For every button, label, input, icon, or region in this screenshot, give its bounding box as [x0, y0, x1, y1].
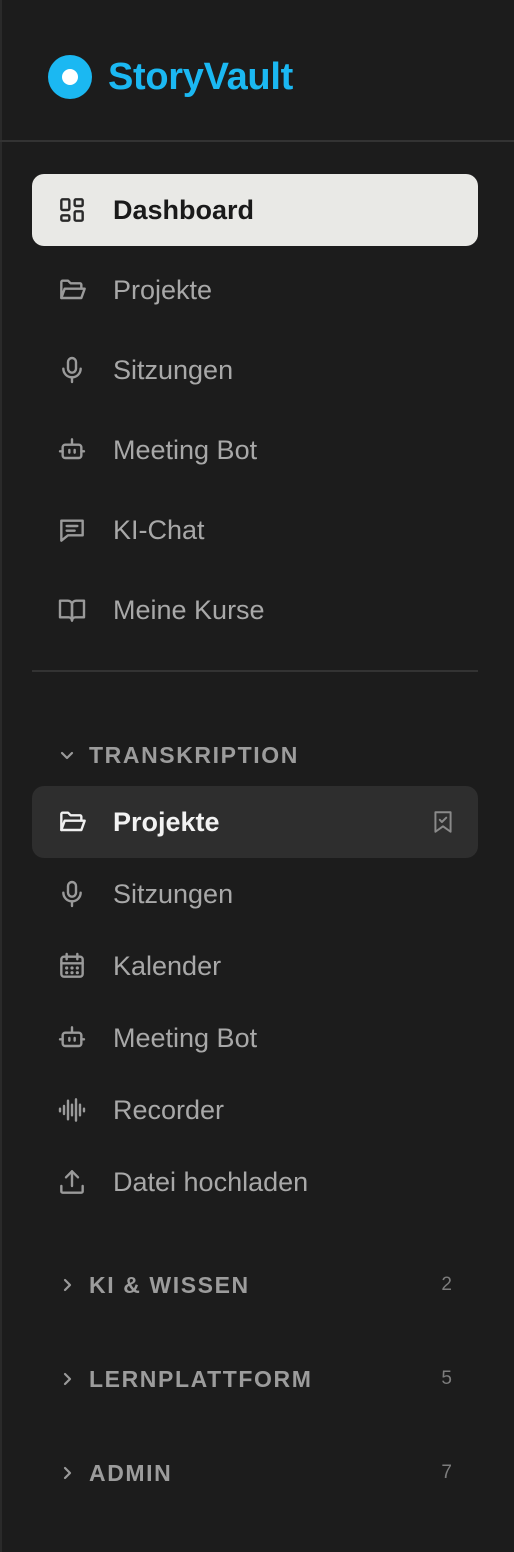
section-header-admin[interactable]: ADMIN 7: [32, 1453, 478, 1493]
nav-item-label: Sitzungen: [113, 354, 234, 385]
dashboard-grid-icon: [56, 194, 88, 226]
brand[interactable]: StoryVault: [48, 52, 293, 102]
section-title: ADMIN: [89, 1459, 173, 1486]
chevron-down-icon: [58, 746, 76, 764]
nav-item-transkription-projekte[interactable]: Projekte: [32, 786, 478, 858]
nav-item-transkription-sitzungen[interactable]: Sitzungen: [32, 858, 478, 930]
storyvault-logo-icon: [48, 55, 92, 99]
section-count: 5: [441, 1368, 452, 1389]
book-open-icon: [56, 594, 88, 626]
nav-item-kalender[interactable]: Kalender: [32, 930, 478, 1002]
nav-item-transkription-meeting-bot[interactable]: Meeting Bot: [32, 1002, 478, 1074]
bookmark-check-icon[interactable]: [430, 809, 456, 835]
nav-item-label: Meeting Bot: [113, 434, 258, 465]
nav-item-label: Datei hochladen: [113, 1166, 309, 1197]
section-header-ki-wissen[interactable]: KI & WISSEN 2: [32, 1265, 478, 1305]
header-divider: [0, 140, 514, 142]
section-count: 7: [441, 1462, 452, 1483]
chevron-right-icon: [58, 1464, 76, 1482]
upload-icon: [56, 1166, 88, 1198]
nav-item-projekte[interactable]: Projekte: [32, 254, 478, 326]
nav-divider: [32, 670, 478, 672]
calendar-icon: [56, 950, 88, 982]
chat-icon: [56, 514, 88, 546]
nav-item-meeting-bot[interactable]: Meeting Bot: [32, 414, 478, 486]
nav-item-dashboard[interactable]: Dashboard: [32, 174, 478, 246]
folder-open-icon: [56, 274, 88, 306]
nav-item-label: Projekte: [113, 806, 220, 837]
nav-item-label: Projekte: [113, 274, 213, 305]
section-header-lernplattform[interactable]: LERNPLATTFORM 5: [32, 1359, 478, 1399]
section-title: KI & WISSEN: [89, 1271, 250, 1298]
chevron-right-icon: [58, 1276, 76, 1294]
bot-icon: [56, 1022, 88, 1054]
nav-item-meine-kurse[interactable]: Meine Kurse: [32, 574, 478, 646]
folder-open-icon: [56, 806, 88, 838]
nav-item-label: Meeting Bot: [113, 1022, 258, 1053]
nav-item-label: Sitzungen: [113, 878, 234, 909]
nav-item-datei-hochladen[interactable]: Datei hochladen: [32, 1146, 478, 1218]
microphone-icon: [56, 354, 88, 386]
bot-icon: [56, 434, 88, 466]
sidebar-border: [0, 0, 2, 1552]
microphone-icon: [56, 878, 88, 910]
waveform-icon: [56, 1094, 88, 1126]
nav-item-sitzungen[interactable]: Sitzungen: [32, 334, 478, 406]
brand-name: StoryVault: [108, 55, 293, 98]
nav-item-label: Dashboard: [113, 194, 255, 225]
section-header-transkription[interactable]: TRANSKRIPTION: [32, 735, 478, 775]
nav-item-label: KI-Chat: [113, 514, 205, 545]
chevron-right-icon: [58, 1370, 76, 1388]
nav-item-label: Meine Kurse: [113, 594, 265, 625]
nav-item-ki-chat[interactable]: KI-Chat: [32, 494, 478, 566]
section-title: LERNPLATTFORM: [89, 1365, 313, 1392]
nav-item-label: Kalender: [113, 950, 222, 981]
section-count: 2: [441, 1274, 452, 1295]
section-title: TRANSKRIPTION: [89, 741, 299, 768]
nav-item-recorder[interactable]: Recorder: [32, 1074, 478, 1146]
nav-item-label: Recorder: [113, 1094, 225, 1125]
